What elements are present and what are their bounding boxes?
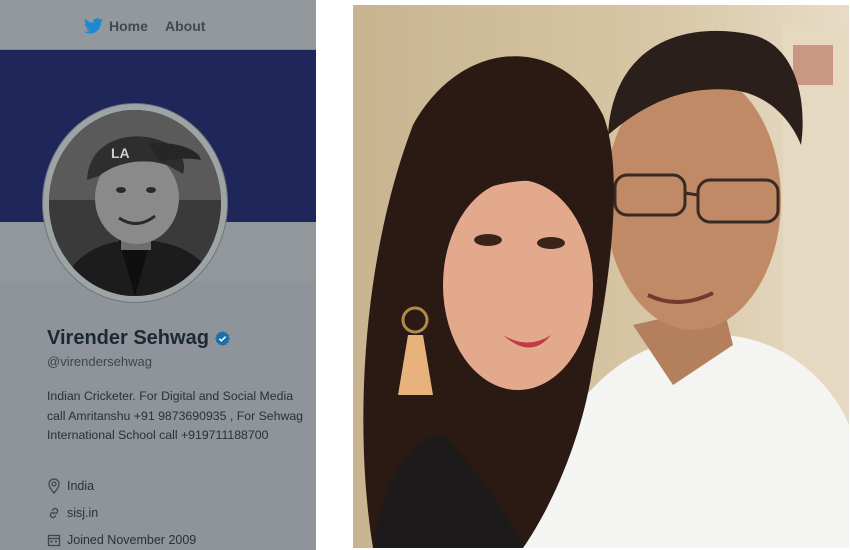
couple-selfie-photo: [353, 5, 849, 548]
profile-website[interactable]: sisj.in: [47, 506, 98, 520]
nav-about-link[interactable]: About: [165, 18, 205, 34]
calendar-icon: [47, 533, 61, 547]
svg-text:LA: LA: [111, 145, 130, 161]
nav-home-label: Home: [109, 18, 148, 34]
joined-text: Joined November 2009: [67, 533, 197, 547]
website-text[interactable]: sisj.in: [67, 506, 98, 520]
location-pin-icon: [47, 478, 61, 494]
top-navigation: Home About: [0, 0, 316, 50]
profile-joined: Joined November 2009: [47, 533, 196, 547]
profile-location: India: [47, 478, 94, 494]
avatar-photo: LA: [49, 110, 221, 296]
selfie-image: [353, 5, 849, 548]
twitter-profile-panel: Home About LA Virender Sehwag @virenders…: [0, 0, 316, 550]
avatar[interactable]: LA: [49, 110, 221, 296]
nav-home-link[interactable]: Home: [84, 18, 148, 34]
location-text: India: [67, 479, 95, 493]
profile-handle[interactable]: @virendersehwag: [47, 354, 309, 369]
profile-name[interactable]: Virender Sehwag: [47, 327, 209, 350]
link-icon: [47, 506, 61, 520]
twitter-bird-icon: [84, 18, 103, 34]
verified-badge-icon: [214, 331, 230, 346]
profile-bio-area: Virender Sehwag @virendersehwag Indian C…: [47, 327, 309, 446]
profile-bio: Indian Cricketer. For Digital and Social…: [47, 389, 304, 442]
